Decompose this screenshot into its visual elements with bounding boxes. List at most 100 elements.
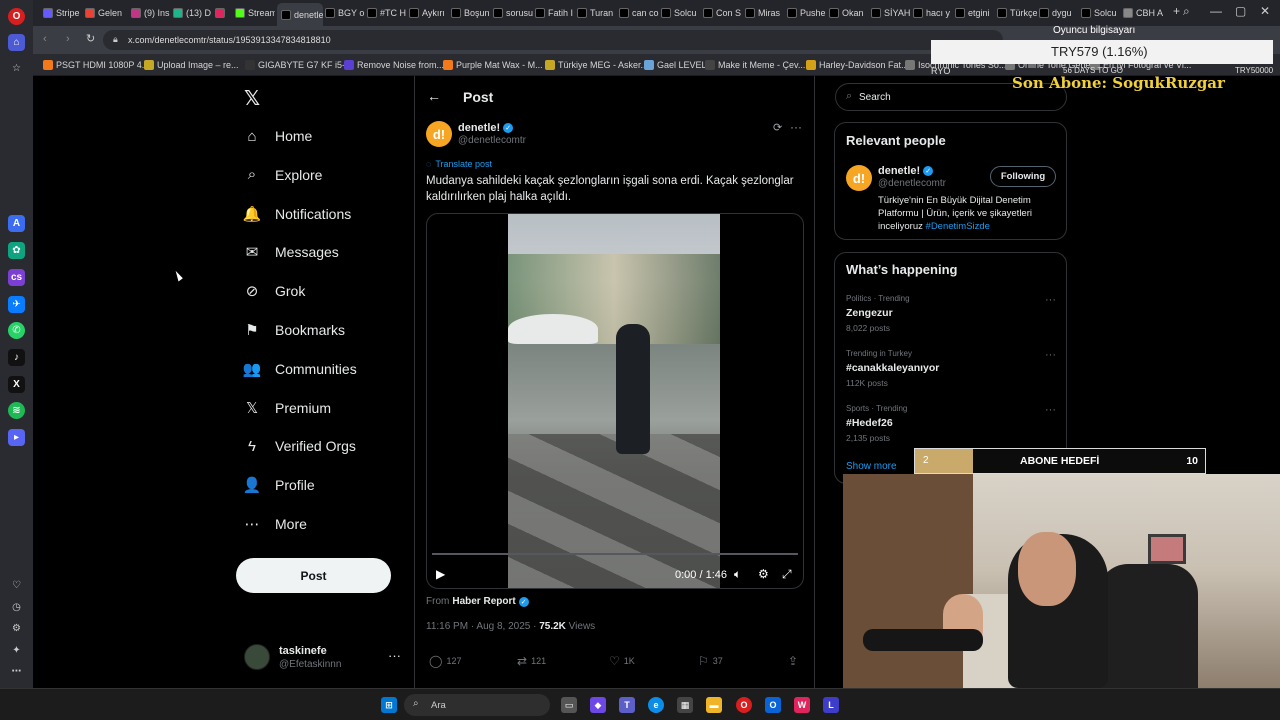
trend-item[interactable]: Sports · Trending #Hedef26 2,135 posts ··· xyxy=(846,404,1056,443)
compose-post-button[interactable]: Post xyxy=(236,558,391,593)
browser-tab[interactable]: #TC H xyxy=(367,4,407,22)
trend-more-icon[interactable]: ··· xyxy=(1045,349,1056,361)
browser-tab[interactable]: etgini xyxy=(955,4,995,22)
task-view-icon[interactable]: ▭ xyxy=(561,697,577,713)
trend-more-icon[interactable]: ··· xyxy=(1045,404,1056,416)
browser-tab[interactable]: Stripe xyxy=(43,4,83,22)
browser-tab[interactable]: CBH A xyxy=(1123,4,1167,22)
bookmark-item[interactable]: Harley-Davidson Fat... xyxy=(806,60,909,70)
url-text[interactable]: x.com/denetlecomtr/status/19539133478348… xyxy=(128,35,331,45)
maximize-icon[interactable]: ▢ xyxy=(1235,4,1246,18)
whatsapp-rail-icon[interactable]: ✆ xyxy=(8,322,25,339)
nav-item-communities[interactable]: 👥 Communities xyxy=(243,360,357,378)
more-rail-icon[interactable]: ⋯ xyxy=(8,663,25,680)
cs-rail-icon[interactable]: cs xyxy=(8,269,25,286)
store-icon[interactable]: ▦ xyxy=(677,697,693,713)
following-button[interactable]: Following xyxy=(990,166,1056,187)
author-handle[interactable]: @denetlecomtr xyxy=(458,135,526,146)
opera-logo-icon[interactable]: O xyxy=(8,8,25,25)
browser-tab[interactable]: Boşun xyxy=(451,4,491,22)
browser-tab[interactable]: (9) Ins xyxy=(131,4,171,22)
nav-item-profile[interactable]: 👤 Profile xyxy=(243,476,315,494)
chatgpt-rail-icon[interactable]: ✿ xyxy=(8,242,25,259)
file-explorer-icon[interactable]: ▬ xyxy=(706,697,722,713)
settings-rail-icon[interactable]: ⚙ xyxy=(8,620,25,637)
messenger-rail-icon[interactable]: ✈ xyxy=(8,296,25,313)
browser-tab[interactable]: sorusu xyxy=(493,4,533,22)
x-logo-icon[interactable]: 𝕏 xyxy=(244,86,260,111)
trend-item[interactable]: Politics · Trending Zengezur 8,022 posts ··… xyxy=(846,294,1056,333)
nav-item-more[interactable]: ⋯ More xyxy=(243,515,307,533)
video-player[interactable]: ▶ 0:00 / 1:46 🔈︎ ⚙ ⤢ xyxy=(426,213,804,589)
fullscreen-icon[interactable]: ⤢ xyxy=(782,567,792,582)
browser-tab[interactable]: Solcu xyxy=(1081,4,1121,22)
account-avatar[interactable] xyxy=(244,644,270,670)
edge-icon[interactable]: e xyxy=(648,697,664,713)
star-rail-icon[interactable]: ☆ xyxy=(8,60,25,77)
taskbar-search[interactable]: ⌕ Ara xyxy=(404,694,550,716)
from-source[interactable]: Haber Report xyxy=(452,596,515,607)
browser-tab[interactable]: (13) D xyxy=(173,4,213,22)
copilot-icon[interactable]: ◆ xyxy=(590,697,606,713)
nav-item-premium[interactable]: 𝕏 Premium xyxy=(243,399,331,417)
browser-tab[interactable] xyxy=(215,4,233,22)
browser-tab[interactable]: Miras xyxy=(745,4,785,22)
volume-icon[interactable]: 🔈︎ xyxy=(734,567,741,582)
search-tabs-icon[interactable]: ⌕ xyxy=(1183,4,1190,19)
post-more-icon[interactable]: ··· xyxy=(790,120,802,134)
translate-label[interactable]: Translate post xyxy=(435,159,492,169)
nav-item-notifications[interactable]: 🔔 Notifications xyxy=(243,205,352,223)
reload-icon[interactable]: ↻ xyxy=(86,32,95,45)
start-icon[interactable]: ⊞ xyxy=(381,697,397,713)
nav-item-explore[interactable]: ⌕ Explore xyxy=(243,166,323,184)
wps-icon[interactable]: W xyxy=(794,697,810,713)
person-name-row[interactable]: denetle! ✓ xyxy=(878,165,934,177)
bookmark-item[interactable]: GIGABYTE G7 KF i5-... xyxy=(245,60,353,70)
history-rail-icon[interactable]: ◷ xyxy=(8,599,25,616)
browser-tab[interactable]: Gelen xyxy=(85,4,129,22)
lightbulb-rail-icon[interactable]: ✦ xyxy=(8,642,25,659)
browser-tab[interactable]: BGY o xyxy=(325,4,365,22)
post-time[interactable]: 11:16 PM · Aug 8, 2025 · xyxy=(426,621,539,632)
aria-rail-icon[interactable]: A xyxy=(8,215,25,232)
browser-tab[interactable]: Fatih I xyxy=(535,4,575,22)
l-app-icon[interactable]: L xyxy=(823,697,839,713)
bookmark-item[interactable]: PSGT HDMI 1080P 4... xyxy=(43,60,149,70)
close-window-icon[interactable]: ✕ xyxy=(1260,4,1270,18)
bookmark-item[interactable]: Purple Mat Wax - M... xyxy=(443,60,543,70)
reply-button[interactable]: ◯ 127 xyxy=(429,654,461,668)
browser-tab[interactable]: Solcu xyxy=(661,4,701,22)
bookmark-item[interactable]: Upload Image – re... xyxy=(144,60,239,70)
person-avatar[interactable]: d! xyxy=(846,165,872,191)
author-avatar[interactable]: d! xyxy=(426,121,452,147)
nav-item-grok[interactable]: ⊘ Grok xyxy=(243,282,306,300)
forward-nav-icon[interactable]: › xyxy=(66,33,70,45)
account-name[interactable]: taskinefe xyxy=(279,645,327,657)
home-rail-icon[interactable]: ⌂ xyxy=(8,34,25,51)
repost-button[interactable]: ⇄ 121 xyxy=(517,654,546,668)
nav-item-messages[interactable]: ✉ Messages xyxy=(243,243,339,261)
tiktok-rail-icon[interactable]: ♪ xyxy=(8,349,25,366)
grok-explain-icon[interactable]: ⟳ xyxy=(773,121,782,134)
settings-icon[interactable]: ⚙ xyxy=(758,567,769,581)
browser-tab[interactable]: Pushe xyxy=(787,4,827,22)
outlook-icon[interactable]: O xyxy=(765,697,781,713)
browser-tab[interactable]: denetle! or xyxy=(277,3,323,26)
share-button[interactable]: ⇪ xyxy=(788,654,798,668)
browser-tab[interactable]: Okan xyxy=(829,4,869,22)
video-frame[interactable] xyxy=(508,214,720,588)
nav-item-bookmarks[interactable]: ⚑ Bookmarks xyxy=(243,321,345,339)
author-name-row[interactable]: denetle! ✓ xyxy=(458,122,514,134)
person-handle[interactable]: @denetlecomtr xyxy=(878,178,946,189)
new-tab-icon[interactable]: + xyxy=(1173,4,1180,18)
bookmark-button[interactable]: ⚐ 37 xyxy=(698,654,723,668)
video-progress-bar[interactable] xyxy=(432,553,798,555)
person-name[interactable]: denetle! xyxy=(878,165,920,177)
browser-tab[interactable]: Con S xyxy=(703,4,743,22)
minimize-icon[interactable]: — xyxy=(1210,4,1222,18)
x-rail-icon[interactable]: X xyxy=(8,376,25,393)
browser-tab[interactable]: Stream xyxy=(235,4,275,22)
back-nav-icon[interactable]: ‹ xyxy=(43,33,47,45)
heart-rail-icon[interactable]: ♡ xyxy=(8,577,25,594)
back-arrow-icon[interactable]: ← xyxy=(427,88,441,104)
